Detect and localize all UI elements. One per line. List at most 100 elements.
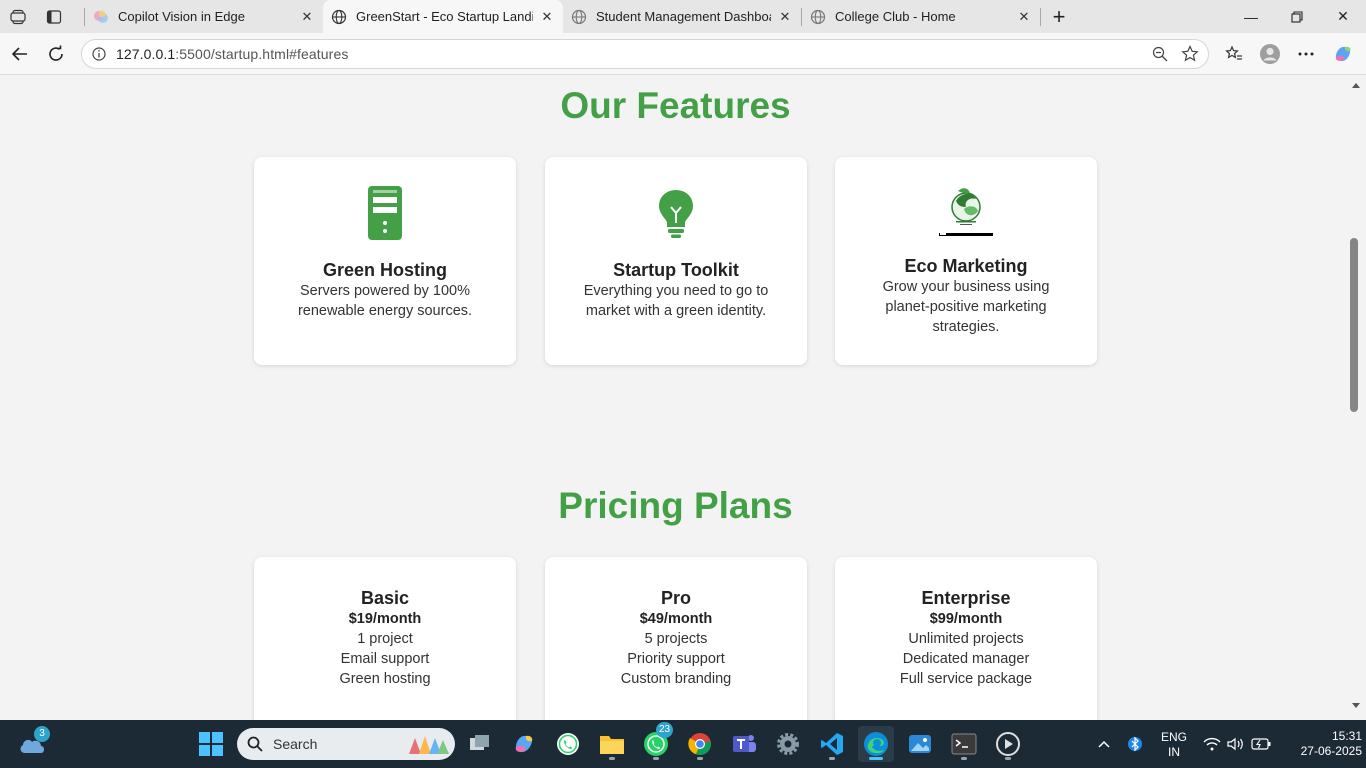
- page-viewport: Our Features Green Hosting Servers power…: [0, 75, 1366, 720]
- media-player-icon[interactable]: [990, 726, 1026, 762]
- weather-badge: 3: [34, 726, 50, 742]
- plan-name: Enterprise: [921, 588, 1011, 608]
- profile-avatar-icon[interactable]: [1252, 33, 1288, 75]
- scroll-down-arrow-icon[interactable]: [1351, 700, 1361, 710]
- copilot-app-icon[interactable]: [506, 726, 542, 762]
- tab-student-dashboard[interactable]: Student Management Dashboard ✕: [563, 0, 801, 33]
- quick-settings-group[interactable]: [1196, 726, 1278, 762]
- clock-time: 15:31: [1331, 729, 1362, 743]
- plan-feature: Full service package: [899, 671, 1033, 687]
- weather-icon[interactable]: 3: [14, 726, 50, 762]
- back-icon[interactable]: [2, 33, 38, 75]
- tab-college-club[interactable]: College Club - Home ✕: [802, 0, 1040, 33]
- pricing-card-basic: Basic $19/month 1 project Email support …: [254, 557, 516, 720]
- globe-icon: [571, 9, 587, 24]
- taskbar-search[interactable]: Search: [237, 728, 455, 760]
- tab-label: GreenStart - Eco Startup Landing: [356, 9, 533, 24]
- plan-feature: Green hosting: [339, 671, 431, 687]
- plan-feature: Custom branding: [620, 671, 732, 687]
- teams-icon[interactable]: [726, 726, 762, 762]
- region-code: IN: [1168, 745, 1180, 759]
- clock[interactable]: 15:31 27-06-2025: [1280, 729, 1362, 759]
- close-tab-icon[interactable]: ✕: [777, 9, 793, 25]
- eco-globe-image: [835, 187, 1097, 237]
- feature-title: Startup Toolkit: [613, 260, 739, 280]
- whatsapp-web-icon[interactable]: [550, 726, 586, 762]
- plan-price: $19/month: [348, 611, 422, 627]
- close-tab-icon[interactable]: ✕: [299, 9, 315, 25]
- feature-text: Grow your business using planet-positive…: [882, 279, 1050, 335]
- close-window-icon[interactable]: ✕: [1320, 0, 1366, 33]
- greenstart-page: Our Features Green Hosting Servers power…: [4, 75, 1347, 720]
- more-options-icon[interactable]: [1288, 33, 1324, 75]
- feature-card-eco-marketing: Eco Marketing Grow your business using p…: [835, 157, 1097, 365]
- feature-card-green-hosting: Green Hosting Servers powered by 100% re…: [254, 157, 516, 365]
- search-icon: [247, 736, 263, 752]
- copilot-icon: [94, 10, 108, 23]
- restore-icon[interactable]: [1274, 0, 1320, 33]
- pricing-card-enterprise: Enterprise $99/month Unlimited projects …: [835, 557, 1097, 720]
- language-indicator[interactable]: ENG IN: [1156, 730, 1192, 760]
- scroll-up-arrow-icon[interactable]: [1351, 81, 1361, 91]
- globe-icon: [810, 9, 826, 24]
- pricing-title: Pricing Plans: [558, 485, 793, 526]
- file-explorer-icon[interactable]: [594, 726, 630, 762]
- lightbulb-icon: [545, 189, 807, 239]
- plan-price: $99/month: [929, 611, 1003, 627]
- scrollbar-thumb[interactable]: [1350, 238, 1358, 412]
- task-view-icon[interactable]: [462, 726, 498, 762]
- plan-feature: Priority support: [627, 651, 725, 667]
- feature-title: Green Hosting: [322, 260, 447, 280]
- language-code: ENG: [1160, 730, 1187, 744]
- edge-icon[interactable]: [858, 726, 894, 762]
- pricing-card-pro: Pro $49/month 5 projects Priority suppor…: [545, 557, 807, 720]
- chrome-icon[interactable]: [682, 726, 718, 762]
- close-tab-icon[interactable]: ✕: [539, 9, 555, 25]
- search-label: Search: [273, 736, 318, 752]
- features-title: Our Features: [560, 85, 791, 126]
- address-bar[interactable]: 127.0.0.1:5500/startup.html#features: [81, 39, 1209, 69]
- tab-copilot-vision[interactable]: Copilot Vision in Edge ✕: [85, 0, 323, 33]
- photos-icon[interactable]: [902, 726, 938, 762]
- search-highlight-icon: [409, 736, 449, 754]
- copilot-button-icon[interactable]: [1325, 33, 1361, 75]
- clock-date: 27-06-2025: [1300, 744, 1362, 758]
- tab-actions-icon[interactable]: [36, 0, 72, 33]
- plan-feature: Unlimited projects: [908, 631, 1024, 647]
- settings-icon[interactable]: [770, 726, 806, 762]
- vscode-icon[interactable]: [814, 726, 850, 762]
- new-tab-button[interactable]: +: [1041, 0, 1077, 33]
- favorites-icon[interactable]: [1216, 33, 1252, 75]
- minimize-icon[interactable]: —: [1228, 0, 1274, 33]
- whatsapp-badge: 23: [656, 722, 674, 738]
- server-icon: [254, 185, 516, 241]
- favorite-star-icon[interactable]: [1181, 45, 1199, 68]
- windows-taskbar: 3 Search 23 ENG IN 15:31 27-06-2025: [0, 720, 1366, 768]
- terminal-icon[interactable]: [946, 726, 982, 762]
- feature-text: Everything you need to go to market with…: [583, 283, 769, 319]
- battery-icon: [1251, 738, 1271, 750]
- tab-greenstart[interactable]: GreenStart - Eco Startup Landing ✕: [323, 0, 563, 33]
- tab-label: College Club - Home: [835, 9, 956, 24]
- feature-text: Servers powered by 100% renewable energy…: [297, 283, 473, 319]
- info-icon[interactable]: [92, 47, 106, 61]
- refresh-icon[interactable]: [38, 33, 74, 75]
- close-tab-icon[interactable]: ✕: [1016, 9, 1032, 25]
- wifi-icon: [1203, 737, 1221, 751]
- plan-name: Basic: [360, 588, 410, 608]
- feature-card-startup-toolkit: Startup Toolkit Everything you need to g…: [545, 157, 807, 365]
- tab-label: Copilot Vision in Edge: [118, 9, 245, 24]
- show-hidden-icons-icon[interactable]: [1086, 726, 1122, 762]
- page-scrollbar[interactable]: [1347, 75, 1366, 720]
- feature-title: Eco Marketing: [904, 256, 1028, 276]
- workspaces-icon[interactable]: [0, 0, 36, 33]
- plan-feature: Email support: [340, 651, 430, 667]
- whatsapp-icon[interactable]: 23: [638, 722, 674, 762]
- zoom-out-icon[interactable]: [1152, 46, 1168, 67]
- window-controls: — ✕: [1228, 0, 1366, 33]
- bluetooth-icon[interactable]: [1118, 726, 1152, 762]
- url-text: 127.0.0.1:5500/startup.html#features: [116, 46, 349, 62]
- plan-feature: Dedicated manager: [902, 651, 1030, 667]
- start-windows-icon[interactable]: [193, 726, 229, 762]
- plan-feature: 1 project: [357, 631, 413, 647]
